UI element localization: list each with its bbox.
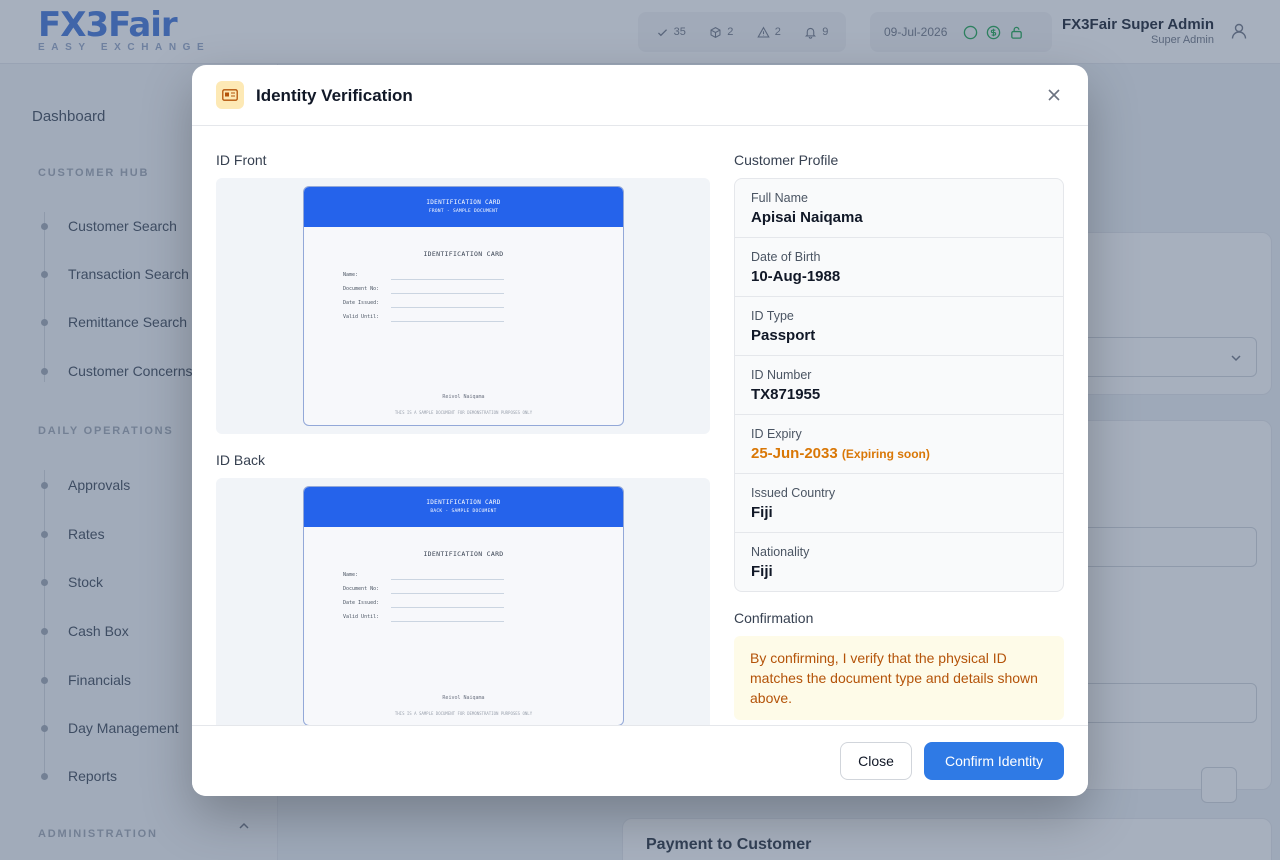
profile-label: ID Expiry [751, 427, 802, 441]
profile-row-nationality: Nationality Fiji [735, 533, 1063, 591]
profile-label: Full Name [751, 191, 808, 205]
profile-label: ID Number [751, 368, 812, 382]
confirmation-label: Confirmation [734, 610, 814, 626]
profile-row-issued-country: Issued Country Fiji [735, 474, 1063, 533]
id-back-image-panel[interactable]: IDENTIFICATION CARD BACK - SAMPLE DOCUME… [216, 478, 710, 725]
profile-row-id-expiry: ID Expiry 25-Jun-2033 (Expiring soon) [735, 415, 1063, 474]
card-field: Name: [343, 272, 623, 286]
close-button[interactable]: Close [840, 742, 912, 780]
card-field: Date Issued: [343, 300, 623, 314]
customer-profile-label: Customer Profile [734, 152, 839, 168]
close-icon[interactable] [1046, 87, 1062, 103]
profile-label: Issued Country [751, 486, 836, 500]
card-band-title: IDENTIFICATION CARD [426, 499, 501, 506]
modal-title: Identity Verification [256, 86, 413, 105]
id-card-icon [216, 81, 244, 109]
expiring-soon-badge: (Expiring soon) [841, 447, 930, 461]
card-footer-note: THIS IS A SAMPLE DOCUMENT FOR DEMONSTRAT… [394, 711, 533, 716]
profile-row-date-of-birth: Date of Birth 10-Aug-1988 [735, 238, 1063, 297]
profile-value: Fiji [751, 504, 773, 521]
identity-verification-modal: Identity Verification ID Front IDENTIFIC… [192, 65, 1088, 796]
profile-row-id-type: ID Type Passport [735, 297, 1063, 356]
customer-profile-table: Full Name Apisai Naiqama Date of Birth 1… [734, 178, 1064, 592]
id-front-image-panel[interactable]: IDENTIFICATION CARD FRONT - SAMPLE DOCUM… [216, 178, 710, 434]
modal-header: Identity Verification [192, 65, 1088, 126]
card-header-band: IDENTIFICATION CARD BACK - SAMPLE DOCUME… [304, 487, 623, 527]
profile-value: Passport [751, 327, 816, 344]
profile-value: TX871955 [751, 386, 821, 403]
profile-value: 10-Aug-1988 [751, 268, 841, 285]
profile-row-id-number: ID Number TX871955 [735, 356, 1063, 415]
card-signature: Reivol Naiqama [442, 394, 485, 400]
card-field: Date Issued: [343, 600, 623, 614]
card-header-band: IDENTIFICATION CARD FRONT - SAMPLE DOCUM… [304, 187, 623, 227]
id-front-card-image: IDENTIFICATION CARD FRONT - SAMPLE DOCUM… [303, 186, 624, 426]
card-field: Valid Until: [343, 614, 623, 628]
profile-value-warning: 25-Jun-2033 (Expiring soon) [751, 445, 1047, 462]
card-fields: Name: Document No: Date Issued: Valid Un… [304, 572, 623, 628]
confirmation-notice: By confirming, I verify that the physica… [734, 636, 1064, 720]
id-expiry-date: 25-Jun-2033 [751, 445, 838, 462]
profile-label: ID Type [751, 309, 794, 323]
id-back-card-image: IDENTIFICATION CARD BACK - SAMPLE DOCUME… [303, 486, 624, 725]
card-band-subtitle: FRONT - SAMPLE DOCUMENT [428, 209, 499, 214]
card-band-subtitle: BACK - SAMPLE DOCUMENT [430, 509, 497, 514]
modal-body[interactable]: ID Front IDENTIFICATION CARD FRONT - SAM… [192, 126, 1088, 725]
card-signature: Reivol Naiqama [442, 695, 485, 701]
card-field: Document No: [343, 286, 623, 300]
profile-value: Fiji [751, 563, 773, 580]
id-back-label: ID Back [216, 452, 266, 468]
profile-value: Apisai Naiqama [751, 209, 863, 226]
card-heading: IDENTIFICATION CARD [423, 250, 504, 258]
confirm-identity-button[interactable]: Confirm Identity [924, 742, 1064, 780]
card-band-title: IDENTIFICATION CARD [426, 199, 501, 206]
modal-footer: Close Confirm Identity [192, 725, 1088, 796]
id-front-label: ID Front [216, 152, 267, 168]
card-field: Document No: [343, 586, 623, 600]
card-field: Valid Until: [343, 314, 623, 328]
profile-label: Date of Birth [751, 250, 821, 264]
card-fields: Name: Document No: Date Issued: Valid Un… [304, 272, 623, 328]
profile-row-full-name: Full Name Apisai Naiqama [735, 179, 1063, 238]
card-field: Name: [343, 572, 623, 586]
profile-label: Nationality [751, 545, 810, 559]
card-footer-note: THIS IS A SAMPLE DOCUMENT FOR DEMONSTRAT… [394, 410, 533, 415]
card-heading: IDENTIFICATION CARD [423, 550, 504, 558]
